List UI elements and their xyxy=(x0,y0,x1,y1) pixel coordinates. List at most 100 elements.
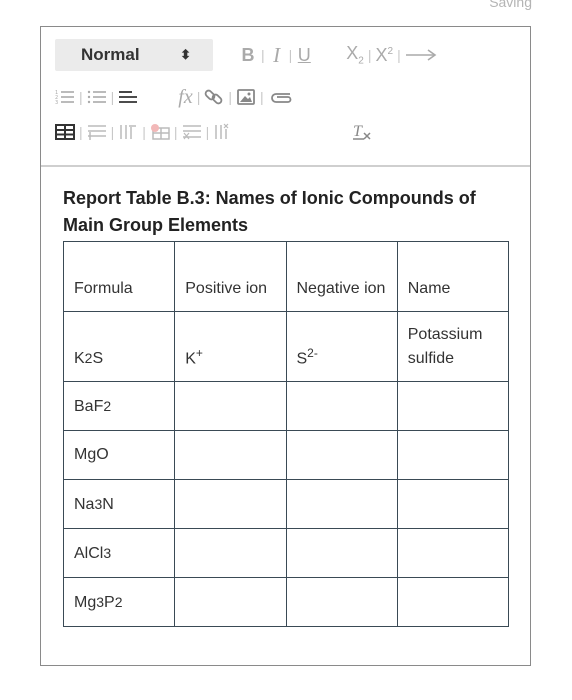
delete-row-button[interactable] xyxy=(182,118,202,146)
name-cell[interactable] xyxy=(396,479,510,529)
formula-icon: fx xyxy=(178,85,193,108)
report-title: Report Table B.3: Names of Ionic Compoun… xyxy=(63,188,476,235)
toolbar-separator: | xyxy=(79,89,83,105)
toolbar-separator: | xyxy=(142,124,146,140)
toolbar-separator: | xyxy=(397,47,401,63)
table-row: Na3N xyxy=(62,479,510,529)
clear-formatting-button[interactable]: T xyxy=(351,118,373,146)
toolbar-row-3: | | | | | T xyxy=(55,118,373,146)
positive-ion-cell[interactable] xyxy=(174,479,287,529)
right-arrow-icon xyxy=(405,49,437,61)
insert-arrow-button[interactable] xyxy=(405,41,437,69)
formula-button[interactable]: fx xyxy=(178,83,192,111)
svg-text:T: T xyxy=(353,123,363,140)
attachment-button[interactable] xyxy=(268,83,294,111)
subscript-button[interactable]: X2 xyxy=(346,41,364,69)
table-delete-button[interactable] xyxy=(150,118,170,146)
svg-text:3: 3 xyxy=(55,100,58,106)
toolbar-separator: | xyxy=(260,89,264,105)
negative-ion-cell[interactable] xyxy=(285,479,398,529)
column-header[interactable]: Positive ion xyxy=(174,241,287,312)
ionic-compounds-table: Formula Positive ion Negative ion Name K… xyxy=(62,241,510,627)
table-row: BaF2 xyxy=(62,381,510,431)
subscript-icon: X2 xyxy=(346,43,364,67)
table-delete-icon xyxy=(150,124,170,140)
column-header[interactable]: Negative ion xyxy=(285,241,398,312)
image-icon xyxy=(237,89,255,105)
image-button[interactable] xyxy=(236,83,256,111)
bold-button[interactable]: B xyxy=(239,41,257,69)
saving-status: Saving xyxy=(489,0,532,10)
toolbar-separator: | xyxy=(110,89,115,105)
toolbar-separator: | xyxy=(110,124,115,140)
clear-formatting-icon: T xyxy=(353,123,371,140)
bullet-list-icon xyxy=(87,90,106,104)
delete-row-icon xyxy=(182,125,201,140)
positive-ion-cell[interactable] xyxy=(174,528,287,578)
formula-cell[interactable]: BaF2 xyxy=(62,381,176,431)
delete-column-icon xyxy=(215,123,229,139)
table-row: MgO xyxy=(62,430,510,480)
column-header[interactable]: Formula xyxy=(62,241,176,312)
superscript-button[interactable]: X2 xyxy=(376,41,394,69)
negative-ion-cell[interactable] xyxy=(285,381,398,431)
table-icon xyxy=(55,124,75,140)
bold-icon: B xyxy=(241,44,255,65)
link-button[interactable] xyxy=(204,83,224,111)
toolbar-separator: | xyxy=(261,47,265,63)
paperclip-icon xyxy=(270,93,292,103)
align-left-icon xyxy=(119,91,138,103)
positive-ion-cell[interactable] xyxy=(174,381,287,431)
bullet-list-button[interactable] xyxy=(87,83,107,111)
editor-toolbar: Normal ⬍ B | I | U X2 | X2 | 1 2 3 | | f… xyxy=(41,27,530,167)
ordered-list-icon: 123 xyxy=(55,90,74,106)
positive-ion-cell[interactable] xyxy=(174,430,287,480)
insert-table-button[interactable] xyxy=(55,118,75,146)
name-cell[interactable] xyxy=(396,577,510,627)
select-caret-icon: ⬍ xyxy=(180,47,191,62)
formula-cell[interactable]: Mg3P2 xyxy=(62,577,176,627)
column-header[interactable]: Name xyxy=(396,241,510,312)
toolbar-separator: | xyxy=(367,47,372,63)
superscript-icon: X2 xyxy=(375,44,394,65)
toolbar-row-1: Normal ⬍ B | I | U X2 | X2 | xyxy=(55,39,437,71)
table-header-row: Formula Positive ion Negative ion Name xyxy=(62,241,510,312)
underline-icon: U xyxy=(297,44,311,65)
formula-cell[interactable]: MgO xyxy=(62,430,176,480)
formula-cell[interactable]: AlCl3 xyxy=(62,528,176,578)
formula-cell[interactable]: Na3N xyxy=(62,479,176,529)
delete-column-button[interactable] xyxy=(213,118,233,146)
toolbar-separator: | xyxy=(228,89,232,105)
name-cell[interactable] xyxy=(396,381,510,431)
formula-cell[interactable]: K2S xyxy=(62,311,176,382)
toolbar-separator: | xyxy=(288,47,293,63)
link-icon xyxy=(205,89,223,105)
italic-button[interactable]: I xyxy=(269,41,285,69)
italic-icon: I xyxy=(273,42,281,67)
underline-button[interactable]: U xyxy=(296,41,312,69)
ordered-list-button[interactable]: 123 xyxy=(55,83,75,111)
table-row: Mg3P2 xyxy=(62,577,510,627)
negative-ion-cell[interactable] xyxy=(285,528,398,578)
toolbar-separator: | xyxy=(196,89,201,105)
table-column-button[interactable] xyxy=(118,118,138,146)
paragraph-format-value: Normal xyxy=(81,45,140,64)
toolbar-separator: | xyxy=(79,124,83,140)
negative-ion-cell[interactable]: S2- xyxy=(285,311,398,382)
positive-ion-cell[interactable] xyxy=(174,577,287,627)
name-cell[interactable] xyxy=(396,528,510,578)
negative-ion-cell[interactable] xyxy=(285,577,398,627)
table-row: AlCl3 xyxy=(62,528,510,578)
negative-ion-cell[interactable] xyxy=(285,430,398,480)
name-cell[interactable] xyxy=(396,430,510,480)
paragraph-format-select[interactable]: Normal ⬍ xyxy=(55,39,213,71)
table-column-icon xyxy=(120,125,137,139)
positive-ion-cell[interactable]: K+ xyxy=(174,311,287,382)
table-row: K2S K+ S2- Potassium sulfide xyxy=(62,311,510,382)
editor-content[interactable]: Report Table B.3: Names of Ionic Compoun… xyxy=(62,185,511,627)
table-row-button[interactable] xyxy=(87,118,107,146)
align-button[interactable] xyxy=(118,83,138,111)
toolbar-separator: | xyxy=(205,124,210,140)
table-row-icon xyxy=(87,125,106,140)
name-cell[interactable]: Potassium sulfide xyxy=(396,311,510,382)
